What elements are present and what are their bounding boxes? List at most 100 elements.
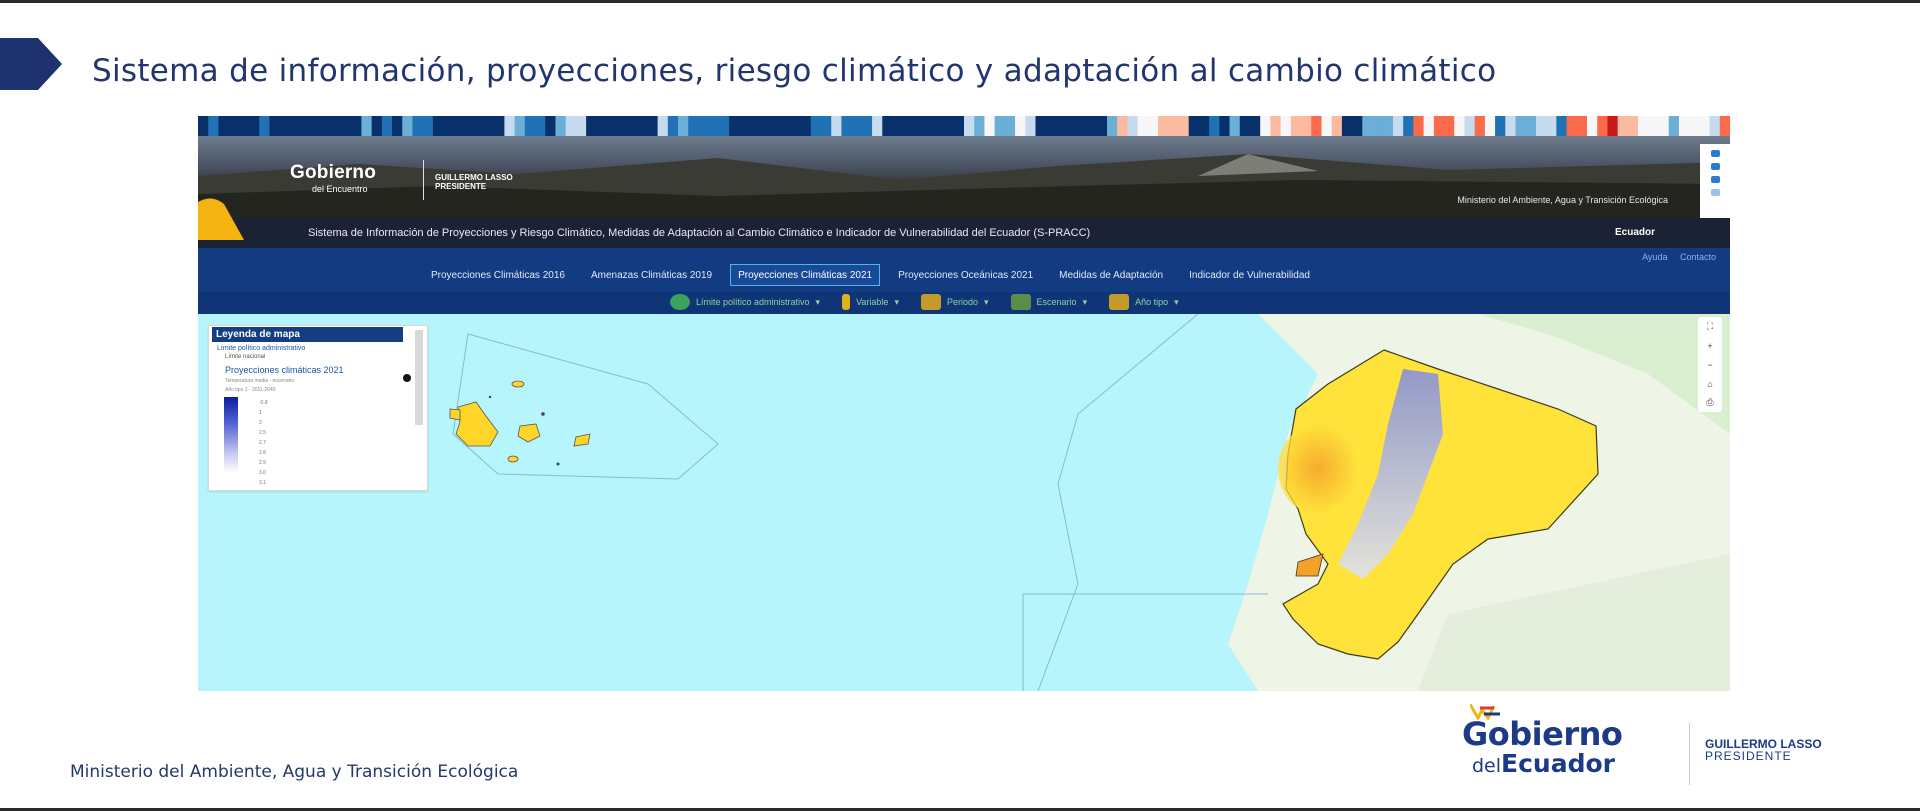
banner-person-title: PRESIDENTE	[435, 182, 487, 191]
tool-escenario[interactable]: Escenario ▾	[1010, 294, 1087, 310]
warming-stripe	[657, 116, 669, 136]
footer-president: GUILLERMO LASSO PRESIDENTE	[1705, 738, 1822, 762]
warming-stripe	[555, 116, 567, 136]
warming-stripe	[800, 116, 812, 136]
banner-gobierno-logo[interactable]: Gobierno del Encuentro	[290, 162, 376, 194]
twitter-icon[interactable]	[1710, 163, 1720, 170]
warming-stripe	[1209, 116, 1220, 136]
slide-bullet-marker	[0, 38, 62, 90]
warming-stripe	[504, 116, 516, 136]
tab-medidas-adaptacion[interactable]: Medidas de Adaptación	[1051, 264, 1171, 286]
website-screenshot: Gobierno del Encuentro GUILLERMO LASSO P…	[198, 116, 1730, 691]
calendar-icon	[920, 294, 941, 310]
warming-stripe	[1658, 116, 1670, 136]
banner-person-name: GUILLERMO LASSO	[435, 173, 513, 182]
map-toolbar: Límite político administrativo ▾ Variable…	[198, 292, 1730, 314]
contact-link[interactable]: Contacto	[1680, 252, 1716, 262]
warming-stripe	[422, 116, 434, 136]
warming-stripe	[279, 116, 291, 136]
warming-stripe	[810, 116, 822, 136]
legend-layer-title: Proyecciones climáticas 2021	[225, 365, 344, 375]
legend-boundary-label: Límite político administrativo	[217, 345, 306, 352]
warming-stripe	[289, 116, 301, 136]
warming-stripe	[780, 116, 791, 136]
legend-tick: -0.8	[259, 400, 268, 406]
warming-stripe	[974, 116, 986, 136]
warming-stripe	[1096, 116, 1108, 136]
banner-separator	[423, 160, 424, 200]
footer-ministry: Ministerio del Ambiente, Agua y Transici…	[70, 762, 519, 782]
warming-stripe	[453, 116, 465, 136]
instagram-icon[interactable]	[1710, 150, 1720, 157]
warming-stripe	[1382, 116, 1394, 136]
layers-icon	[1010, 294, 1031, 310]
tab-proyecciones-2021[interactable]: Proyecciones Climáticas 2021	[730, 264, 881, 286]
tool-variable[interactable]: Variable ▾	[842, 294, 899, 310]
tab-amenazas-2019[interactable]: Amenazas Climáticas 2019	[583, 264, 720, 286]
warming-stripe	[300, 116, 311, 136]
country-label: Ecuador	[1614, 227, 1655, 238]
warming-stripe	[1076, 116, 1088, 136]
warming-stripe	[872, 116, 883, 136]
tab-oceanicas-2021[interactable]: Proyecciones Oceánicas 2021	[890, 264, 1041, 286]
legend-ticks: -0.8 1 2 2.5 2.7 2.8 2.9 3.0 3.1	[259, 398, 268, 488]
linkedin-icon[interactable]	[1710, 176, 1720, 183]
print-icon[interactable]: ⎙	[1698, 393, 1722, 412]
legend-scrollbar[interactable]	[415, 330, 423, 425]
warming-stripe	[902, 116, 914, 136]
tool-label: Periodo	[946, 297, 978, 307]
tool-label: Año tipo	[1135, 297, 1169, 307]
warming-stripe	[821, 116, 832, 136]
warming-stripe	[831, 116, 843, 136]
warming-stripe	[1352, 116, 1363, 136]
warming-stripe	[984, 116, 996, 136]
legend-title: Leyenda de mapa	[212, 327, 403, 342]
warming-stripe	[1627, 116, 1639, 136]
warming-stripe	[218, 116, 230, 136]
warming-stripe	[269, 116, 281, 136]
banner-logo-word: Gobierno	[290, 162, 377, 183]
legend-tick: 1	[259, 410, 262, 416]
home-icon[interactable]: ⌂	[1698, 374, 1722, 393]
warming-stripe	[483, 116, 495, 136]
warming-stripe	[1576, 116, 1588, 136]
fullscreen-icon[interactable]: ⛶	[1698, 317, 1722, 336]
slide-title: Sistema de información, proyecciones, ri…	[92, 53, 1497, 89]
warming-stripe	[320, 116, 332, 136]
banner-person: GUILLERMO LASSO PRESIDENTE	[435, 173, 513, 191]
map-legend: Leyenda de mapa Límite político administ…	[208, 325, 428, 491]
tool-ano-tipo[interactable]: Año tipo ▾	[1109, 294, 1179, 310]
warming-stripe	[1668, 116, 1680, 136]
help-link[interactable]: Ayuda	[1642, 252, 1667, 262]
warming-stripe	[371, 116, 383, 136]
warming-stripe	[259, 116, 271, 136]
warming-stripe	[1495, 116, 1506, 136]
warming-stripe	[1607, 116, 1619, 136]
map-pin-icon	[670, 294, 690, 310]
map-viewport[interactable]: Leyenda de mapa Límite político administ…	[198, 314, 1730, 691]
tab-proyecciones-2016[interactable]: Proyecciones Climáticas 2016	[423, 264, 573, 286]
tab-indicador-vulnerabilidad[interactable]: Indicador de Vulnerabilidad	[1181, 264, 1318, 286]
warming-stripe	[1137, 116, 1149, 136]
warming-stripe	[861, 116, 873, 136]
map-controls: ⛶ + − ⌂ ⎙	[1698, 317, 1722, 412]
legend-dot-icon[interactable]	[403, 374, 411, 382]
warming-stripe	[1474, 116, 1486, 136]
share-icon[interactable]	[1710, 189, 1720, 196]
tool-label: Escenario	[1036, 297, 1077, 307]
warming-stripe	[698, 116, 710, 136]
zoom-in-icon[interactable]: +	[1698, 336, 1722, 355]
warming-stripe	[1587, 116, 1598, 136]
tool-limite[interactable]: Límite político administrativo ▾	[670, 294, 820, 310]
warming-stripe	[1556, 116, 1568, 136]
warming-stripe	[994, 116, 1006, 136]
warming-stripe	[1444, 116, 1455, 136]
tool-periodo[interactable]: Periodo ▾	[920, 294, 989, 310]
warming-stripe	[381, 116, 393, 136]
legend-national-limit: Límite nacional	[225, 354, 266, 360]
warming-stripe	[1454, 116, 1466, 136]
zoom-out-icon[interactable]: −	[1698, 355, 1722, 374]
warming-stripe	[1362, 116, 1374, 136]
warming-stripe	[616, 116, 628, 136]
warming-stripe	[1086, 116, 1098, 136]
